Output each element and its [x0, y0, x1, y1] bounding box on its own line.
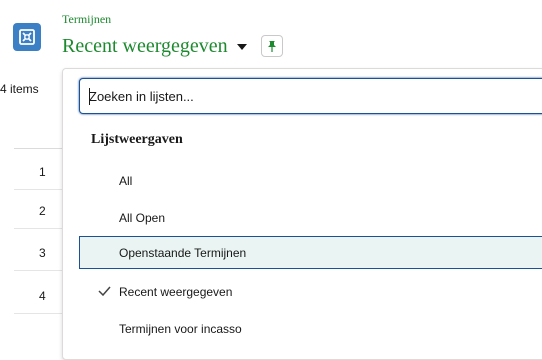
items-count: 4 items — [0, 82, 39, 96]
list-view-option-all[interactable]: All — [79, 164, 542, 197]
pin-icon — [267, 41, 276, 52]
row-number: 1 — [39, 165, 46, 179]
check-icon — [98, 286, 111, 296]
search-input[interactable] — [89, 79, 529, 113]
page-title[interactable]: Recent weergegeven — [62, 35, 228, 58]
option-label: Recent weergegeven — [119, 285, 233, 299]
option-label: Openstaande Termijnen — [119, 246, 247, 260]
section-title: Lijstweergaven — [91, 132, 183, 147]
option-label: All Open — [119, 211, 166, 225]
list-view-option-all-open[interactable]: All Open — [79, 201, 542, 234]
list-view-option-termijnen-voor-incasso[interactable]: Termijnen voor incasso — [79, 312, 542, 345]
list-view-option-openstaande-termijnen[interactable]: Openstaande Termijnen — [79, 236, 542, 269]
pin-button[interactable] — [260, 35, 283, 57]
chevron-down-icon[interactable] — [236, 44, 247, 50]
list-views-dropdown: Lijstweergaven All All Open Openstaande … — [62, 68, 542, 360]
row-number: 4 — [39, 289, 46, 303]
list-view-option-recent-weergegeven[interactable]: Recent weergegeven — [79, 275, 542, 308]
text-cursor — [89, 88, 90, 105]
row-number: 3 — [39, 246, 46, 260]
search-field[interactable] — [79, 78, 542, 114]
list-view-selector[interactable]: Recent weergegeven — [62, 31, 283, 61]
row-number: 2 — [39, 204, 46, 218]
option-label: Termijnen voor incasso — [119, 322, 242, 336]
object-icon — [13, 23, 41, 51]
contract-icon — [19, 29, 35, 45]
option-label: All — [119, 174, 133, 188]
object-label: Termijnen — [62, 12, 112, 26]
